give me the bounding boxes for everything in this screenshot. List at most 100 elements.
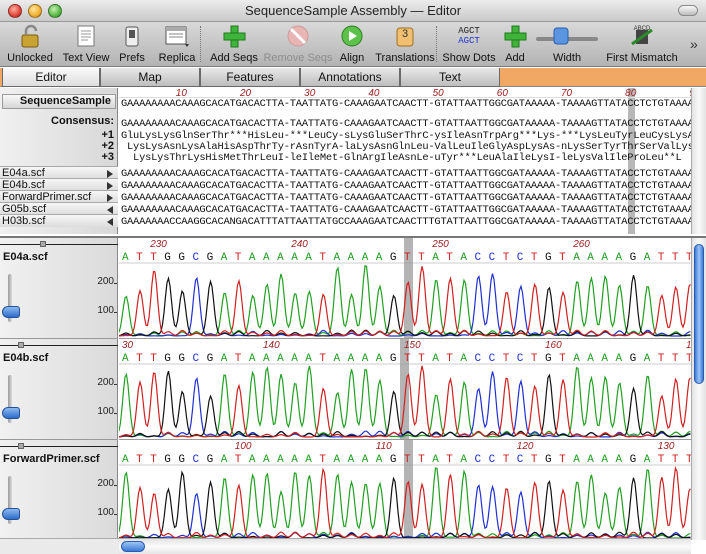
base-call: A: [221, 353, 228, 365]
editor-window: SequenceSample Assembly — Editor Unlocke…: [0, 0, 706, 554]
trace-body[interactable]: 230240250260270ATTGGCGATAAAAATAAAAGTTATA…: [119, 238, 691, 339]
base-call: T: [150, 454, 157, 466]
trace-resize-handle[interactable]: [18, 443, 24, 449]
direction-arrow-icon: [107, 194, 113, 202]
base-call: A: [376, 353, 383, 365]
direction-arrow-icon: [107, 182, 113, 190]
consensus-sequence: GAAAAAAAACAAAGCACATGACACTTA-TAATTATG-CAA…: [121, 118, 691, 130]
base-call: C: [475, 353, 482, 365]
toolbar-remove-seqs-button: Remove Seqs: [262, 22, 334, 67]
read-sequence: GAAAAAAAACAAAGCACATGACACTTA-TAATTATG-CAA…: [121, 180, 691, 192]
base-call: A: [460, 353, 467, 365]
show-dots-line-2: AGCT: [458, 36, 480, 46]
base-call: T: [150, 353, 157, 365]
dots-icon: AGCT AGCT: [455, 26, 483, 50]
base-call: T: [319, 454, 326, 466]
base-call: A: [460, 454, 467, 466]
base-call: C: [193, 252, 200, 264]
tab-map[interactable]: Map: [100, 68, 200, 87]
base-call: C: [193, 454, 200, 466]
trace-body[interactable]: 100 110 120 130 A T T G G C G A T A A A A A T A A A A G T T A T A C C T…: [119, 440, 691, 541]
title-bar: SequenceSample Assembly — Editor: [0, 0, 706, 22]
ruler-tick-label: 150: [404, 340, 421, 351]
toolbar-label: Add: [505, 52, 525, 64]
toolbar-toggle-button[interactable]: [678, 5, 698, 16]
y-tick-label: 100: [97, 406, 114, 417]
read-sequence: GAAAAAAAACAAAGCACATGACACTTA-TAATTATG-CAA…: [121, 204, 691, 216]
trace-gain-thumb[interactable]: [2, 407, 20, 419]
width-slider-icon: [536, 24, 598, 48]
y-tick-label: 200: [97, 478, 114, 489]
ruler-tick-label: 250: [431, 239, 449, 250]
trace-body[interactable]: 30140150160170ATTGGCGATAAAAATAAAAGTTATAC…: [119, 339, 691, 440]
base-call: A: [376, 252, 383, 264]
tab-editor[interactable]: Editor: [2, 68, 100, 87]
horizontal-scrollbar[interactable]: [119, 538, 691, 554]
base-call: C: [489, 353, 496, 365]
toolbar-prefs-button[interactable]: Prefs: [116, 22, 148, 67]
toolbar-add-seqs-button[interactable]: Add Seqs: [208, 22, 260, 67]
base-call: T: [672, 252, 679, 264]
base-call: A: [305, 252, 312, 264]
translations-badge: 3: [401, 28, 409, 40]
base-call: A: [587, 454, 594, 466]
toolbar-unlocked-button[interactable]: Unlocked: [4, 22, 56, 67]
base-call: A: [432, 454, 439, 466]
alignment-row-headers: SequenceSample Consensus: +1 +2 +3 E04a.scf E0…: [0, 88, 118, 234]
toolbar-width-button[interactable]: Width: [536, 22, 598, 67]
trace-gain-thumb[interactable]: [2, 306, 20, 318]
base-call: A: [616, 454, 623, 466]
base-call: A: [644, 454, 651, 466]
base-call: A: [587, 353, 594, 365]
trace-gain-thumb[interactable]: [2, 508, 20, 520]
alignment-vertical-scrollbar[interactable]: [691, 88, 706, 234]
show-dots-line-1: AGCT: [458, 26, 480, 36]
y-tick-mark: [114, 485, 117, 486]
base-call: G: [164, 252, 171, 264]
toolbar-align-button[interactable]: Align: [334, 22, 370, 67]
tab-annotations[interactable]: Annotations: [300, 68, 400, 87]
chromatogram-vertical-scrollbar[interactable]: [691, 238, 706, 540]
toolbar-overflow-button[interactable]: »: [690, 36, 698, 52]
base-call: G: [178, 353, 185, 365]
base-call: G: [390, 252, 397, 264]
toolbar-add-button[interactable]: Add: [500, 22, 530, 67]
base-call: T: [404, 252, 411, 264]
toolbar-text-view-button[interactable]: Text View: [58, 22, 114, 67]
toolbar-translations-button[interactable]: 3 Translations: [372, 22, 438, 67]
tab-text[interactable]: Text: [400, 68, 500, 87]
base-call: A: [348, 353, 355, 365]
horizontal-scroll-thumb[interactable]: [121, 541, 145, 552]
alignment-panel: SequenceSample Consensus: +1 +2 +3 E04a.scf E0…: [0, 88, 706, 234]
translations-icon: 3: [391, 24, 419, 48]
toolbar-label: Remove Seqs: [263, 52, 333, 64]
base-call: A: [277, 454, 284, 466]
toolbar-label: Unlocked: [7, 52, 53, 64]
replica-window-icon: [163, 24, 191, 48]
base-call: G: [545, 353, 552, 365]
base-call: A: [249, 353, 256, 365]
toolbar-first-mismatch-button[interactable]: ABCD First Mismatch: [600, 22, 684, 67]
toolbar-replica-button[interactable]: Replica: [150, 22, 204, 67]
direction-arrow-icon: [107, 170, 113, 178]
trace-resize-handle[interactable]: [40, 241, 46, 247]
plus-icon: [220, 24, 248, 48]
ruler-tick-label: 170: [686, 340, 691, 351]
trace-resize-handle[interactable]: [18, 342, 24, 348]
alignment-sequence-area[interactable]: 102030405060708090GAAAAAAAACAAAGCACATGAC…: [119, 88, 691, 234]
base-call: A: [601, 454, 608, 466]
base-call: T: [136, 353, 143, 365]
ruler-tick-label: 240: [290, 239, 308, 250]
trace-plot: 100 110 120 130A T T G G C G A T A A A A A T A A A A G T T A T A C C T…: [119, 440, 691, 540]
toolbar-show-dots-button[interactable]: AGCT AGCT Show Dots: [440, 22, 498, 67]
frame-label: +3: [101, 151, 114, 163]
tab-features[interactable]: Features: [200, 68, 300, 87]
chromatogram-scroll-thumb[interactable]: [694, 244, 704, 384]
toolbar: Unlocked Text View Prefs Replica Add Seqs Rem…: [0, 22, 706, 67]
toolbar-label: First Mismatch: [606, 52, 678, 64]
trace-plot: 230240250260270ATTGGCGATAAAAATAAAAGTTATA…: [119, 238, 691, 338]
base-call: C: [489, 454, 496, 466]
plus-icon: [501, 24, 529, 48]
read-row-header[interactable]: H03b.scf: [0, 214, 118, 227]
trace-plot: 30140150160170ATTGGCGATAAAAATAAAAGTTATAC…: [119, 339, 691, 439]
